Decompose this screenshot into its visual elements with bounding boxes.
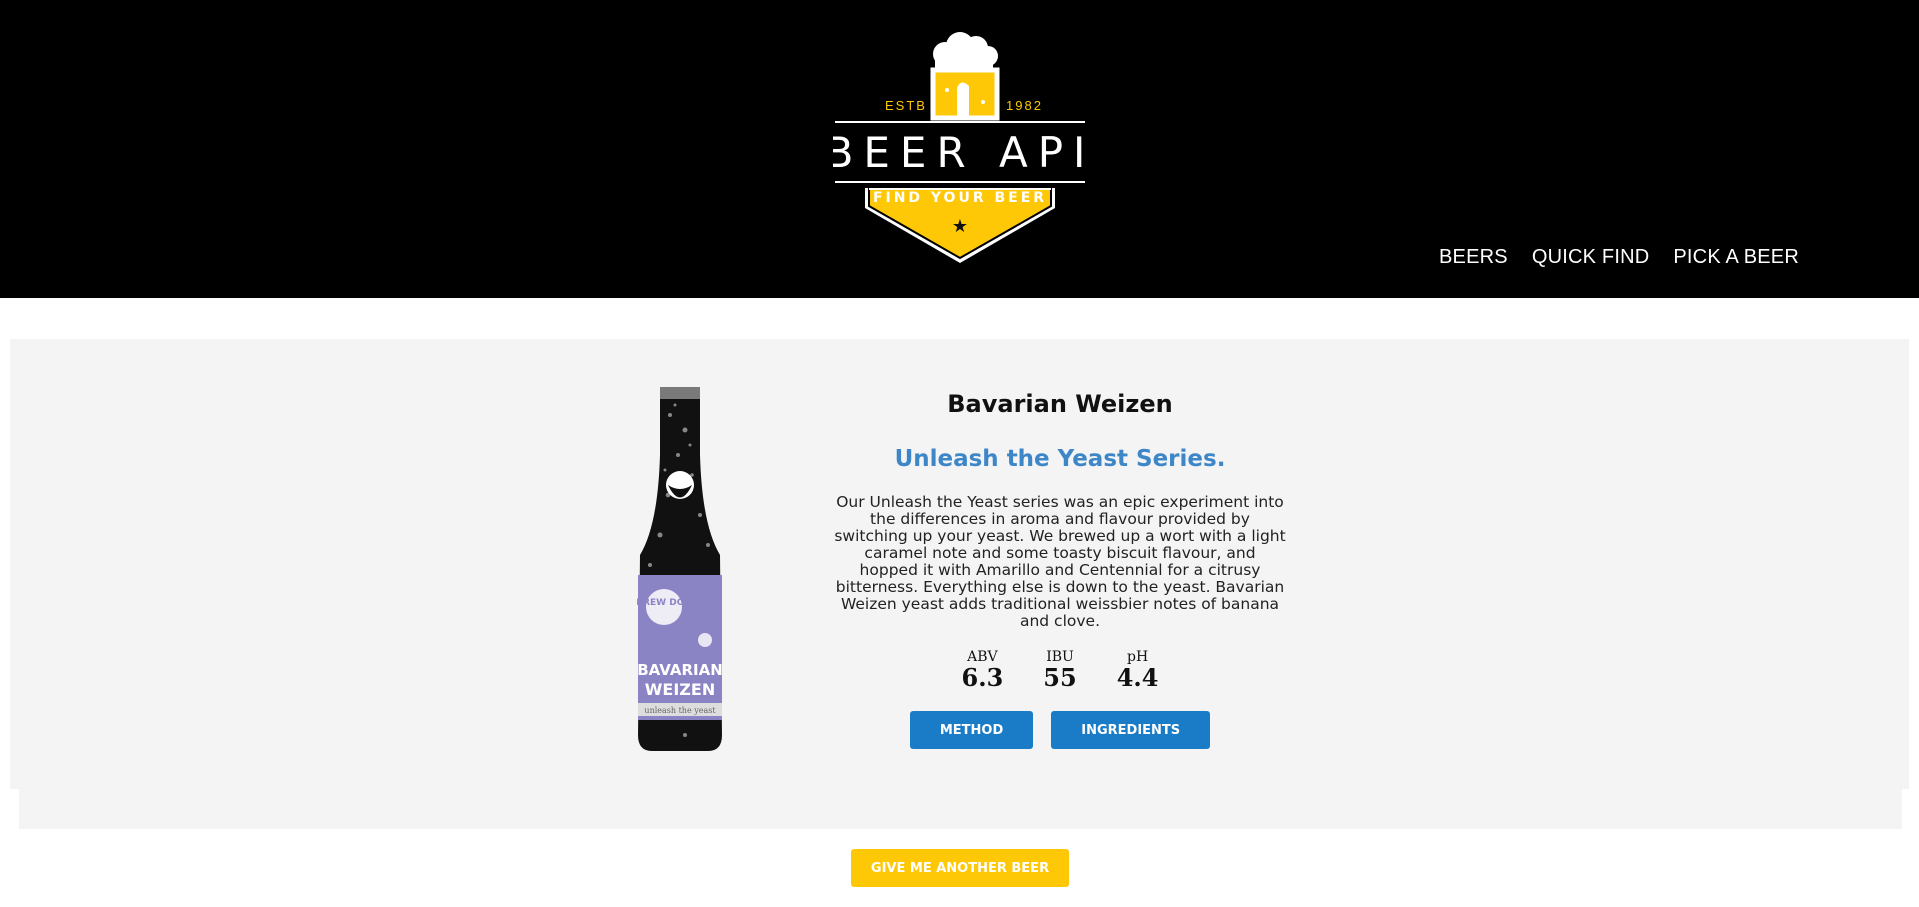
main-nav: BEERS QUICK FIND PICK A BEER	[1439, 246, 1823, 269]
stat-value: 6.3	[961, 663, 1004, 692]
beer-info: Bavarian Weizen Unleash the Yeast Series…	[830, 390, 1290, 749]
logo-year: 1982	[1006, 98, 1043, 113]
stat-value: 4.4	[1116, 663, 1159, 692]
stat-ph: pH 4.4	[1117, 649, 1159, 691]
logo-title: BEER API	[833, 128, 1087, 177]
beer-stats: ABV 6.3 IBU 55 pH 4.4	[830, 649, 1290, 691]
beer-name: Bavarian Weizen	[947, 390, 1173, 418]
stat-value: 55	[1043, 663, 1077, 692]
another-beer-button[interactable]: GIVE ME ANOTHER BEER	[851, 849, 1069, 887]
beer-api-logo[interactable]: ESTB 1982 BEER API FIND YOUR BEER ★	[833, 30, 1087, 270]
method-button[interactable]: METHOD	[909, 711, 1034, 749]
bottle-brand: BREW DOG	[636, 598, 692, 608]
detail-buttons: METHOD INGREDIENTS	[830, 711, 1290, 749]
beer-description: Our Unleash the Yeast series was an epic…	[834, 493, 1286, 630]
star-icon: ★	[952, 216, 968, 237]
beer-mug-icon	[930, 32, 1000, 121]
nav-beers[interactable]: BEERS	[1439, 246, 1508, 269]
stat-ibu: IBU 55	[1043, 649, 1076, 691]
bottle-line2: WEIZEN	[645, 680, 715, 699]
beer-card-footer	[19, 789, 1902, 829]
nav-pick-a-beer[interactable]: PICK A BEER	[1673, 246, 1799, 269]
nav-quick-find[interactable]: QUICK FIND	[1532, 246, 1650, 269]
ingredients-button[interactable]: INGREDIENTS	[1051, 711, 1211, 749]
bottle-line3: unleash the yeast	[644, 706, 716, 715]
logo-estb: ESTB	[885, 98, 927, 113]
beer-tagline: Unleash the Yeast Series.	[894, 446, 1226, 472]
bottle-line1: BAVARIAN	[637, 661, 723, 679]
logo-ribbon: FIND YOUR BEER	[873, 190, 1047, 206]
beer-bottle-image: BREW DOG BAVARIAN WEIZEN unleash the yea…	[636, 387, 723, 751]
site-header: ESTB 1982 BEER API FIND YOUR BEER ★ BEER…	[0, 0, 1919, 298]
stat-abv: ABV 6.3	[962, 649, 1004, 691]
